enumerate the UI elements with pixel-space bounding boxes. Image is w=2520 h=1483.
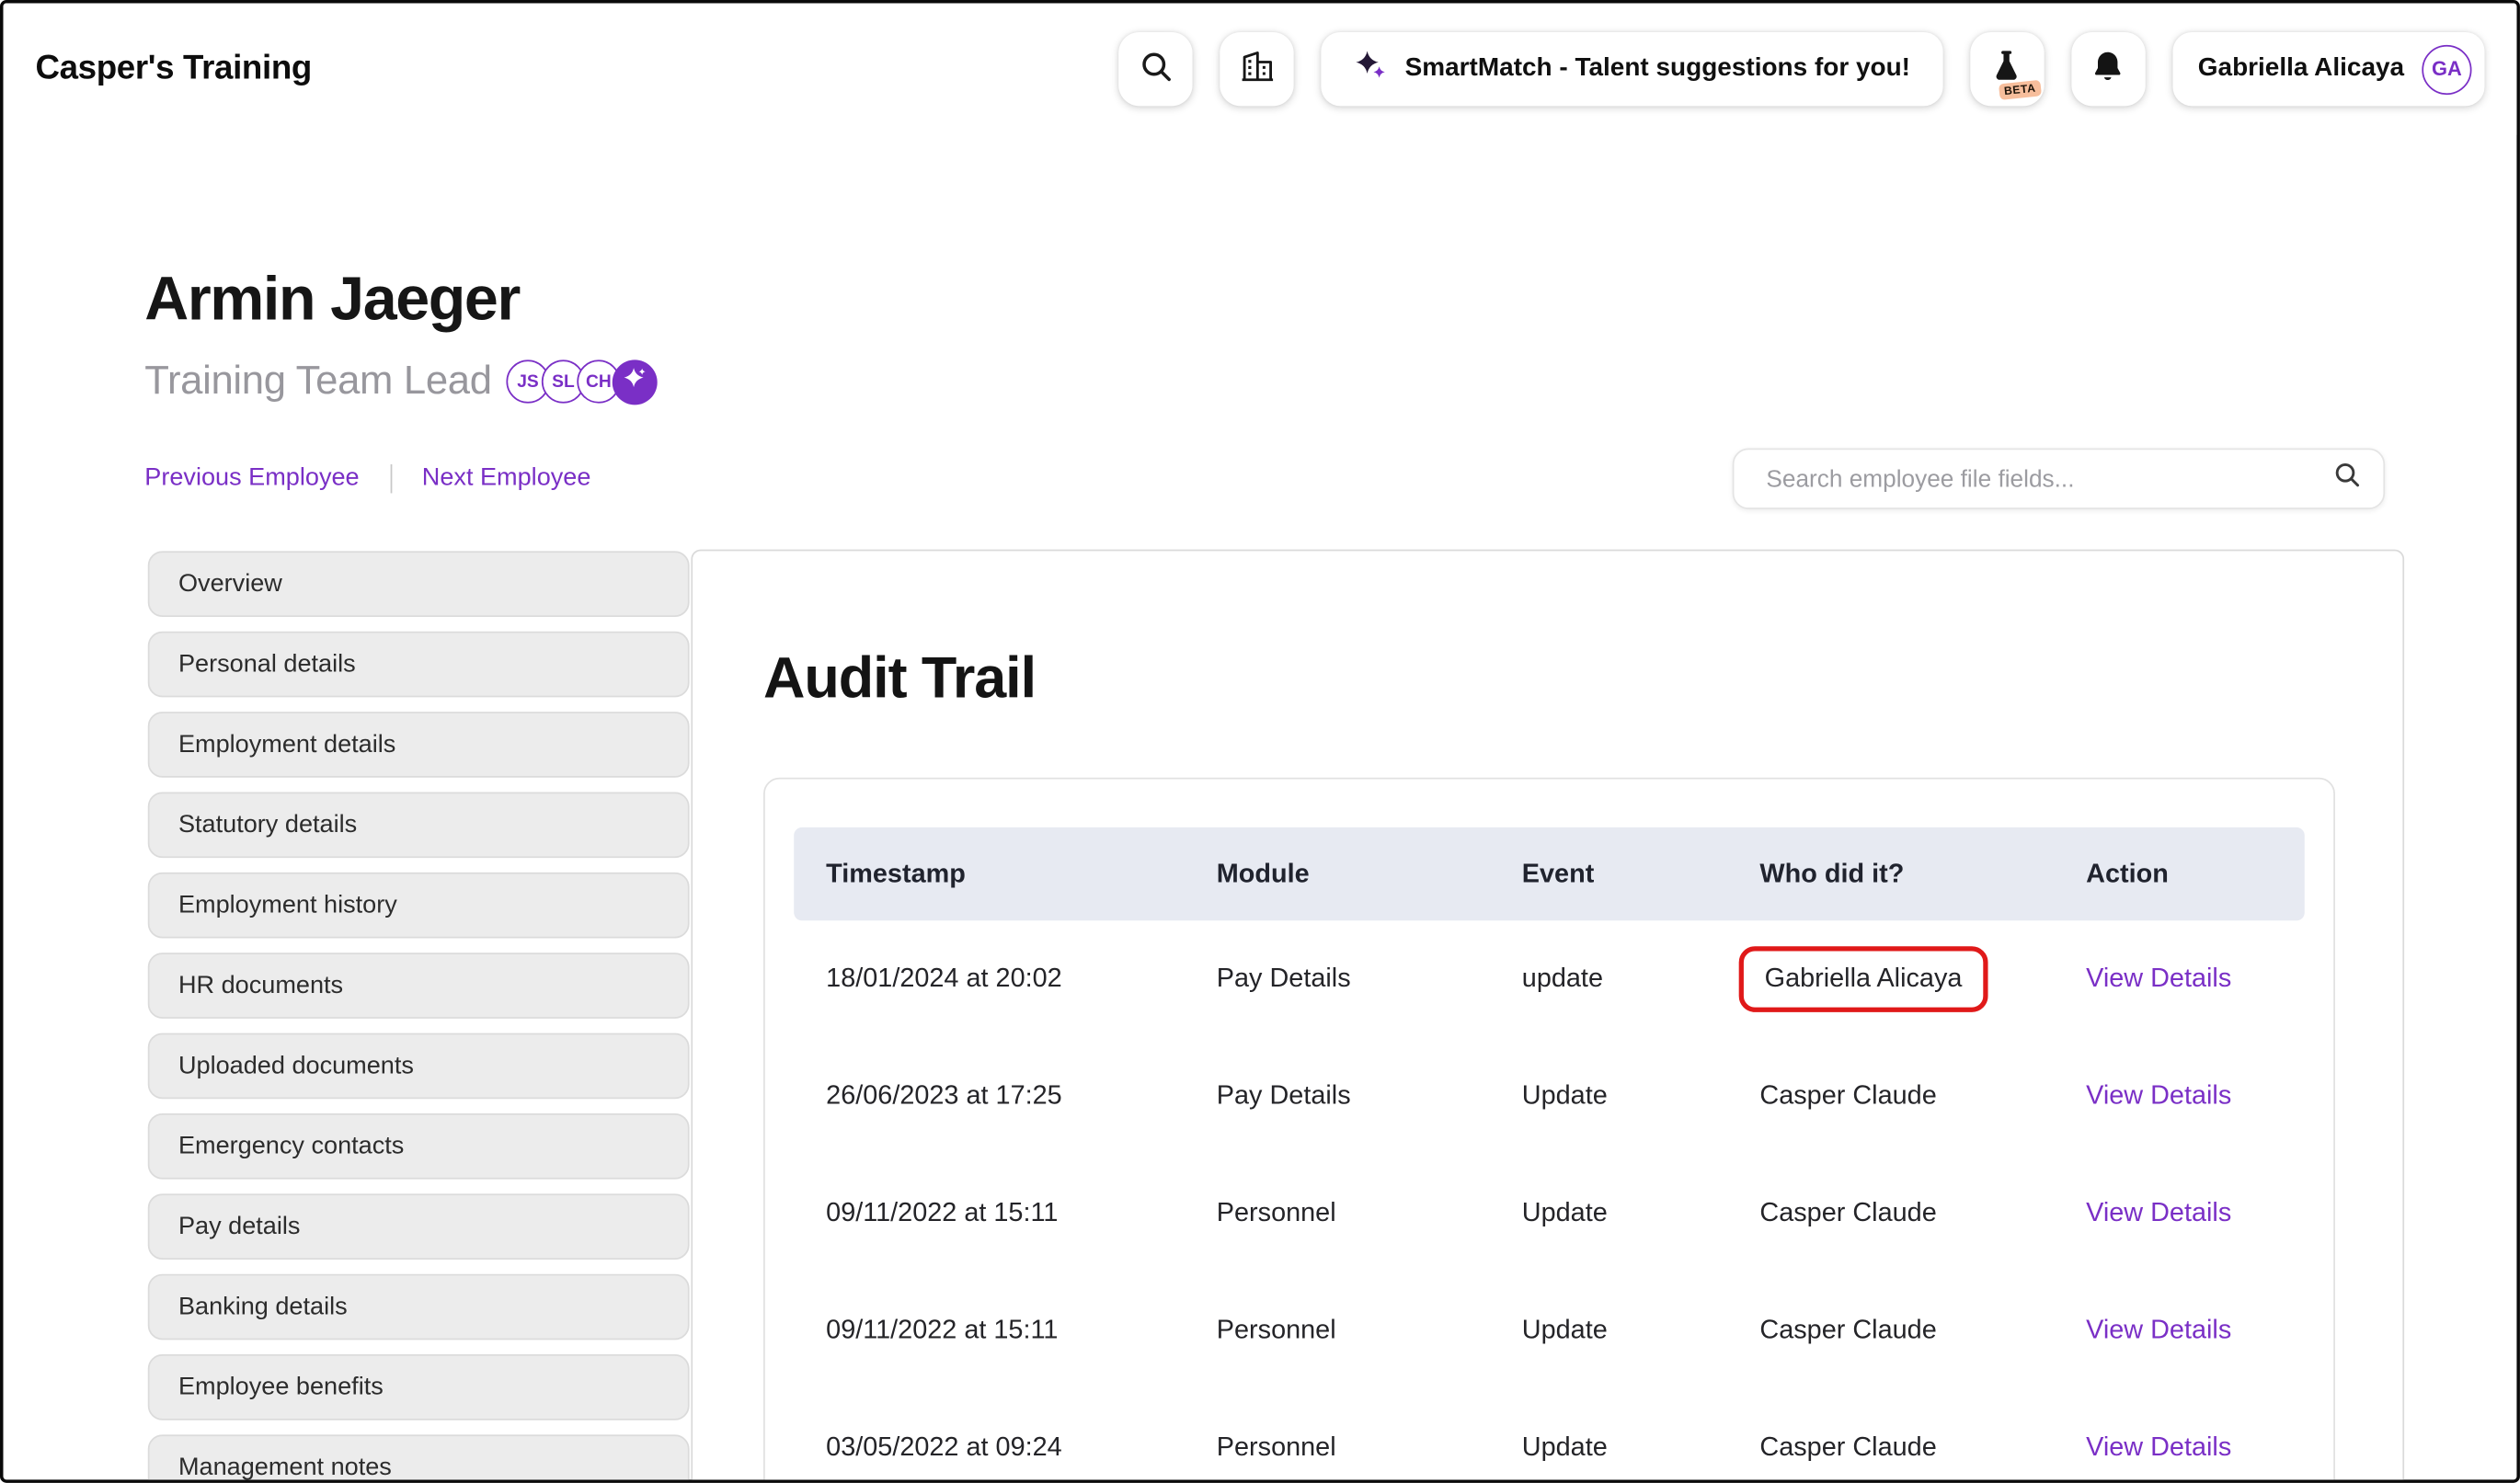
who-cell: Casper Claude (1759, 1199, 2086, 1229)
action-cell: View Details (2086, 964, 2305, 994)
employee-name: Armin Jaeger (144, 267, 520, 336)
sidebar-item[interactable]: Banking details (148, 1274, 690, 1340)
event-cell: Update (1522, 1433, 1760, 1464)
who-cell: Gabriella Alicaya (1759, 959, 2086, 999)
previous-employee-link[interactable]: Previous Employee (144, 464, 359, 493)
module-cell: Personnel (1217, 1199, 1522, 1229)
action-cell: View Details (2086, 1433, 2305, 1464)
topbar-actions: SmartMatch - Talent suggestions for you!… (1119, 32, 2485, 106)
timestamp-cell: 09/11/2022 at 15:11 (826, 1199, 1217, 1229)
column-header: Event (1522, 859, 1760, 889)
timestamp-cell: 26/06/2023 at 17:25 (826, 1081, 1217, 1112)
sparkle-icon (1354, 48, 1388, 89)
timestamp-cell: 03/05/2022 at 09:24 (826, 1433, 1217, 1464)
employee-role-row: Training Team Lead JSSLCH (144, 359, 657, 405)
who-value: Casper Claude (1759, 1199, 1936, 1229)
action-cell: View Details (2086, 1199, 2305, 1229)
employee-role: Training Team Lead (144, 359, 491, 405)
event-cell: Update (1522, 1316, 1760, 1346)
action-cell: View Details (2086, 1316, 2305, 1346)
user-name: Gabriella Alicaya (2198, 54, 2404, 83)
audit-row: 18/01/2024 at 20:02 Pay Details update G… (794, 920, 2305, 1038)
timestamp-cell: 09/11/2022 at 15:11 (826, 1316, 1217, 1346)
who-value: Gabriella Alicaya (1739, 946, 1988, 1012)
notifications-button[interactable] (2071, 32, 2145, 106)
app-title: Casper's Training (35, 50, 312, 88)
sidebar-item[interactable]: Uploaded documents (148, 1033, 690, 1100)
audit-row: 03/05/2022 at 09:24 Personnel Update Cas… (794, 1390, 2305, 1483)
view-details-link[interactable]: View Details (2086, 1199, 2231, 1227)
column-header: Module (1217, 859, 1522, 889)
module-cell: Personnel (1217, 1433, 1522, 1464)
sidebar-item[interactable]: Employee benefits (148, 1354, 690, 1420)
sidebar-item[interactable]: Employment details (148, 712, 690, 778)
sidebar-item[interactable]: Personal details (148, 632, 690, 698)
employee-file-sidebar: Overview Personal details Employment detai… (148, 551, 690, 1482)
sidebar-item[interactable]: HR documents (148, 953, 690, 1019)
column-header: Action (2086, 859, 2305, 889)
timestamp-cell: 18/01/2024 at 20:02 (826, 964, 1217, 994)
content-panel: Audit Trail TimestampModuleEventWho did … (691, 550, 2404, 1483)
search-icon (1138, 48, 1174, 89)
avatar: GA (2422, 44, 2471, 94)
audit-table-body: 18/01/2024 at 20:02 Pay Details update G… (794, 920, 2305, 1483)
who-cell: Casper Claude (1759, 1433, 2086, 1464)
employee-nav: Previous Employee Next Employee (144, 464, 590, 493)
view-details-link[interactable]: View Details (2086, 1081, 2231, 1110)
module-cell: Pay Details (1217, 1081, 1522, 1112)
view-details-link[interactable]: View Details (2086, 1433, 2231, 1462)
bell-icon (2090, 48, 2126, 89)
who-value: Casper Claude (1759, 1316, 1936, 1346)
event-cell: Update (1522, 1199, 1760, 1229)
audit-row: 26/06/2023 at 17:25 Pay Details Update C… (794, 1038, 2305, 1156)
column-header: Timestamp (826, 859, 1217, 889)
table-header-row: TimestampModuleEventWho did it?Action (794, 827, 2305, 920)
view-details-link[interactable]: View Details (2086, 964, 2231, 992)
building-icon (1239, 48, 1276, 89)
employee-field-search (1733, 449, 2385, 509)
who-value: Casper Claude (1759, 1433, 1936, 1464)
labs-button[interactable]: BETA (1970, 32, 2044, 106)
action-cell: View Details (2086, 1081, 2305, 1112)
audit-row: 09/11/2022 at 15:11 Personnel Update Cas… (794, 1272, 2305, 1390)
sidebar-item[interactable]: Overview (148, 551, 690, 617)
app-window: Casper's Training (0, 0, 2520, 1483)
module-cell: Personnel (1217, 1316, 1522, 1346)
who-value: Casper Claude (1759, 1081, 1936, 1112)
smartmatch-label: SmartMatch - Talent suggestions for you! (1405, 54, 1910, 83)
search-input[interactable] (1763, 463, 2332, 494)
module-cell: Pay Details (1217, 964, 1522, 994)
sidebar-item[interactable]: Management notes (148, 1434, 690, 1482)
audit-table-card: TimestampModuleEventWho did it?Action 18… (763, 778, 2335, 1483)
page-title: Audit Trail (763, 645, 1036, 712)
audit-row: 09/11/2022 at 15:11 Personnel Update Cas… (794, 1155, 2305, 1272)
event-cell: update (1522, 964, 1760, 994)
smartmatch-button[interactable]: SmartMatch - Talent suggestions for you! (1322, 32, 1942, 106)
user-menu[interactable]: Gabriella Alicaya GA (2172, 32, 2485, 106)
global-search-button[interactable] (1119, 32, 1193, 106)
column-header: Who did it? (1759, 859, 2086, 889)
who-cell: Casper Claude (1759, 1081, 2086, 1112)
who-cell: Casper Claude (1759, 1316, 2086, 1346)
scale-wrapper: Casper's Training (0, 0, 2520, 1483)
sidebar-item[interactable]: Pay details (148, 1193, 690, 1260)
view-details-link[interactable]: View Details (2086, 1316, 2231, 1344)
topbar: Casper's Training (3, 3, 2516, 134)
next-employee-link[interactable]: Next Employee (422, 464, 591, 493)
sidebar-item[interactable]: Statutory details (148, 792, 690, 858)
certification-badges: JSSLCH (514, 359, 620, 403)
event-cell: Update (1522, 1081, 1760, 1112)
nav-divider (390, 464, 392, 493)
organisation-button[interactable] (1220, 32, 1294, 106)
sidebar-item[interactable]: Emergency contacts (148, 1113, 690, 1180)
beta-badge: BETA (1999, 80, 2042, 100)
sidebar-item[interactable]: Employment history (148, 873, 690, 939)
smart-sparkle-badge[interactable] (613, 359, 658, 405)
sparkle-badge-icon (622, 365, 647, 399)
search-icon (2331, 460, 2362, 498)
